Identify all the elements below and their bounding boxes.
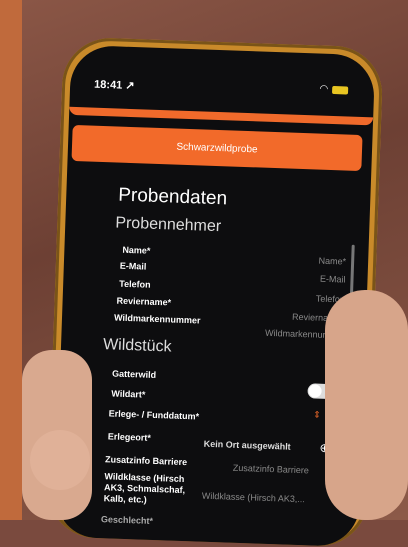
wildklasse-row[interactable]: Wildklasse (Hirsch AK3, Schmalschaf, Kal… [57, 470, 361, 504]
location-icon: ↗ [125, 79, 135, 93]
email-label: E-Mail [119, 260, 147, 272]
name-input[interactable]: Name* [318, 256, 346, 267]
reviername-label: Reviername* [116, 295, 172, 308]
erlegeort-label: Erlegeort* [107, 431, 152, 443]
section-wildstueck: Wildstück [102, 336, 172, 356]
gatterwild-label: Gatterwild [111, 368, 157, 380]
schwarzwildprobe-button[interactable]: Schwarzwildprobe [71, 124, 363, 172]
telefon-label: Telefon [119, 278, 151, 290]
name-label: Name* [122, 244, 151, 256]
button-label: Schwarzwildprobe [176, 141, 258, 155]
section-probennehmer: Probennehmer [115, 214, 222, 236]
status-bar: 18:41 ↗ ◠ [70, 45, 375, 96]
email-input[interactable]: E-Mail [320, 274, 346, 285]
name-row[interactable]: Name* [65, 243, 369, 256]
wifi-icon: ◠ [319, 83, 329, 95]
erlegedatum-label: Erlege- / Funddatum* [108, 408, 200, 422]
status-time: 18:41 ↗ [94, 78, 135, 92]
wildklasse-input[interactable]: Wildklasse (Hirsch AK3,... [202, 491, 305, 505]
zusatzinfo-input[interactable]: Zusatzinfo Barriere [233, 463, 309, 476]
wildklasse-label: Wildklasse (Hirsch AK3, Schmalschaf, Kal… [103, 471, 186, 505]
geschlecht-row[interactable]: Geschlecht* [55, 513, 359, 526]
background-left [0, 0, 22, 520]
header-strip [69, 106, 374, 126]
geschlecht-label: Geschlecht* [100, 514, 154, 526]
erlegeort-row[interactable]: Erlegeort* Kein Ort ausgewählt ⊕ [58, 430, 362, 455]
battery-icon [332, 85, 349, 95]
zusatzinfo-row[interactable]: Zusatzinfo Barriere Zusatzinfo Barriere [57, 453, 361, 475]
chevron-up-down-icon[interactable]: ⇕ [313, 410, 321, 421]
thumb [30, 430, 90, 490]
wildmarken-label: Wildmarkennummer [113, 312, 201, 326]
time-text: 18:41 [93, 78, 123, 92]
wildart-label: Wildart* [111, 388, 146, 400]
page-title: Probendaten [117, 184, 228, 210]
gatterwild-row[interactable]: Gatterwild [60, 367, 364, 400]
zusatzinfo-label: Zusatzinfo Barriere [104, 454, 188, 468]
status-icons: ◠ [319, 83, 349, 96]
hand-right [325, 290, 408, 520]
email-row[interactable]: E-Mail Name* E-Mail [64, 256, 368, 285]
erlegeort-value[interactable]: Kein Ort ausgewählt [204, 439, 291, 452]
